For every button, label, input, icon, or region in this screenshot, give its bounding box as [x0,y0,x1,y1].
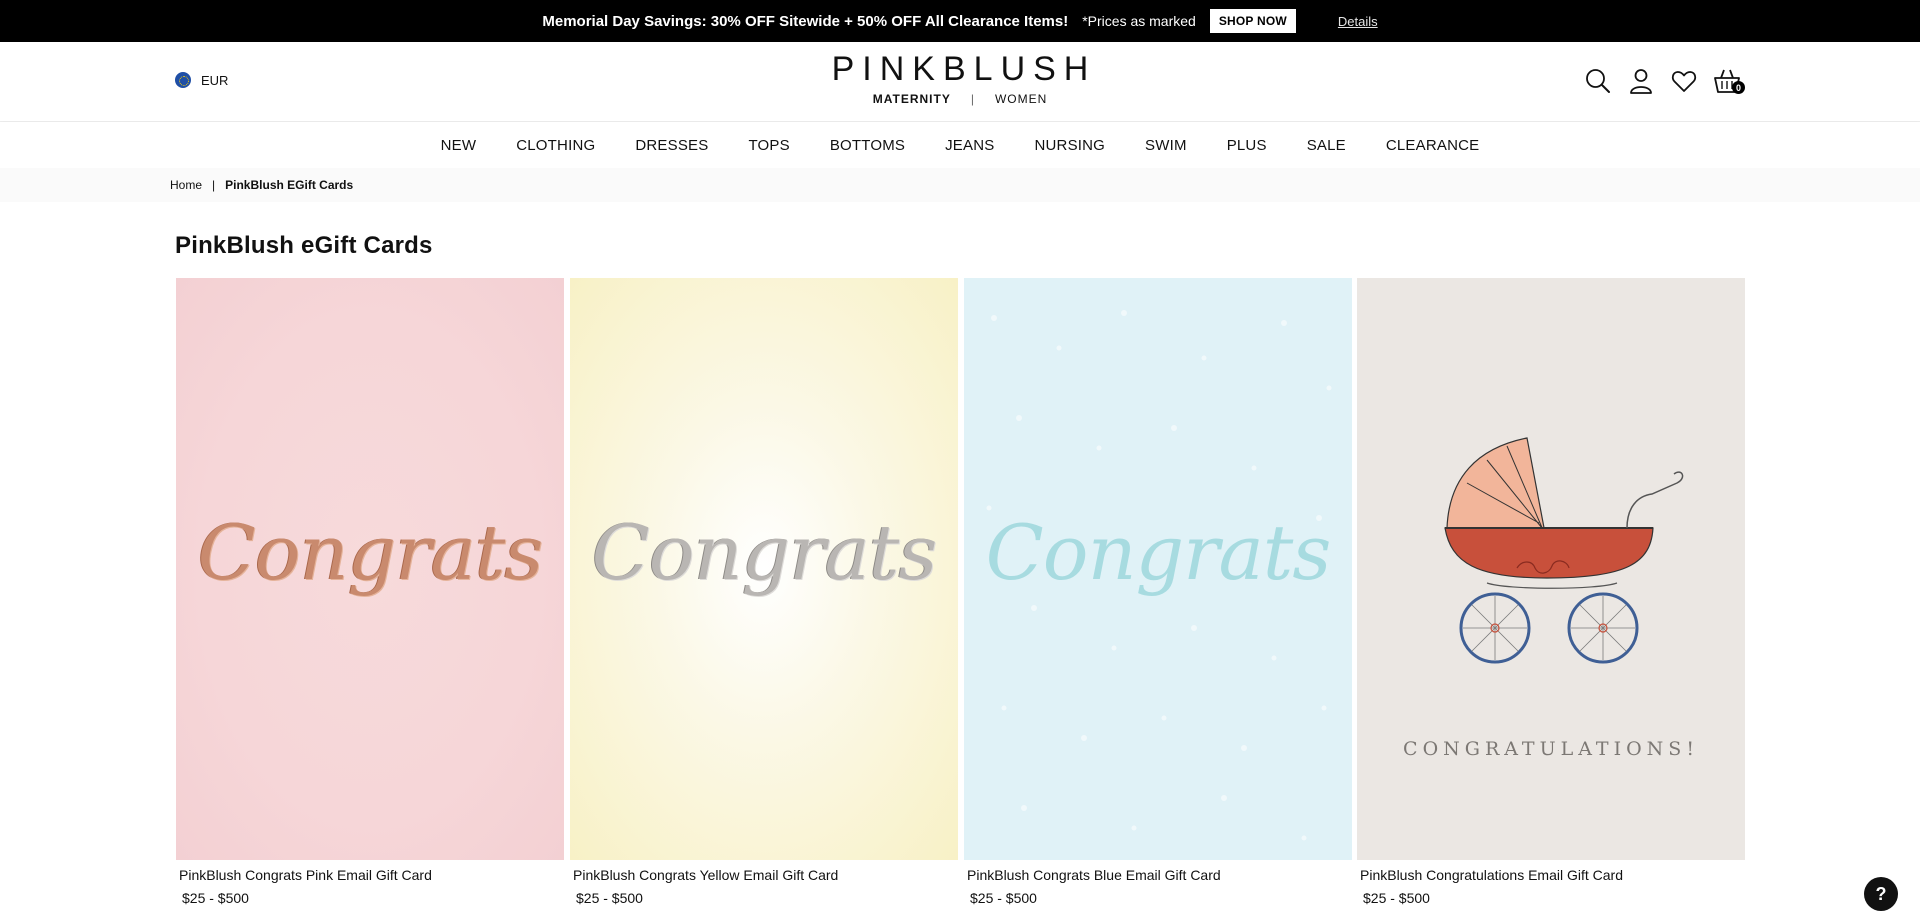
logo-wordmark: PINKBLUSH [831,50,1097,88]
eu-flag-icon [175,72,191,88]
nav-item-plus[interactable]: PLUS [1227,137,1267,154]
product-price: $25 - $500 [182,890,249,906]
nav-item-new[interactable]: NEW [441,137,477,154]
breadcrumb-bar: Home | PinkBlush EGift Cards [0,168,1920,202]
promo-bar: Memorial Day Savings: 30% OFF Sitewide +… [0,0,1920,42]
product-name[interactable]: PinkBlush Congratulations Email Gift Car… [1360,867,1745,883]
help-chat-button[interactable]: ? [1864,877,1898,911]
wishlist-icon[interactable] [1669,66,1699,96]
nav-item-swim[interactable]: SWIM [1145,137,1187,154]
breadcrumb-separator: | [212,178,216,192]
logo-subline: MATERNITY | WOMEN [820,92,1100,106]
breadcrumb: Home | PinkBlush EGift Cards [170,178,353,192]
cart-icon[interactable]: 0 [1712,66,1745,96]
product-card[interactable]: Congrats PinkBlush Congrats Pink Email G… [176,278,564,906]
card-congrats-text: Congrats [197,508,544,597]
nav-item-dresses[interactable]: DRESSES [635,137,708,154]
header-icons: 0 [1570,66,1745,96]
currency-label: EUR [201,72,229,88]
product-price: $25 - $500 [1363,890,1430,906]
site-header: EUR PINKBLUSH MATERNITY | WOMEN 0 [0,42,1920,122]
nav-item-clearance[interactable]: CLEARANCE [1386,137,1480,154]
product-image[interactable]: CONGRATULATIONS! [1357,278,1745,860]
question-mark-icon: ? [1875,883,1887,904]
product-card[interactable]: Congrats PinkBlush Congrats Blue Email G… [964,278,1352,906]
product-name[interactable]: PinkBlush Congrats Blue Email Gift Card [967,867,1352,883]
site-logo[interactable]: PINKBLUSH MATERNITY | WOMEN [820,50,1100,106]
product-card[interactable]: CONGRATULATIONS! PinkBlush Congratulatio… [1357,278,1745,906]
breadcrumb-current: PinkBlush EGift Cards [225,178,354,192]
nav-item-tops[interactable]: TOPS [748,137,789,154]
shop-now-button[interactable]: SHOP NOW [1209,9,1296,33]
cart-count-badge: 0 [1732,81,1745,94]
search-icon[interactable] [1583,66,1613,96]
card-congrats-text: Congrats [591,508,938,597]
logo-maternity[interactable]: MATERNITY [873,92,951,106]
main-nav: NEW CLOTHING DRESSES TOPS BOTTOMS JEANS … [0,122,1920,168]
baby-stroller-illustration [1444,437,1684,664]
nav-item-jeans[interactable]: JEANS [945,137,994,154]
product-name[interactable]: PinkBlush Congrats Yellow Email Gift Car… [573,867,958,883]
card-congrats-text: Congrats [985,508,1332,597]
product-image[interactable]: Congrats [176,278,564,860]
breadcrumb-home[interactable]: Home [170,178,202,192]
details-link[interactable]: Details [1338,14,1378,29]
nav-item-sale[interactable]: SALE [1307,137,1346,154]
product-price: $25 - $500 [970,890,1037,906]
product-image[interactable]: Congrats [570,278,958,860]
product-card[interactable]: Congrats PinkBlush Congrats Yellow Email… [570,278,958,906]
product-image[interactable]: Congrats [964,278,1352,860]
nav-item-nursing[interactable]: NURSING [1034,137,1105,154]
logo-women[interactable]: WOMEN [995,92,1047,106]
page-title: PinkBlush eGift Cards [175,232,433,259]
product-price: $25 - $500 [576,890,643,906]
product-name[interactable]: PinkBlush Congrats Pink Email Gift Card [179,867,564,883]
nav-item-clothing[interactable]: CLOTHING [516,137,595,154]
card-congratulations-text: CONGRATULATIONS! [1403,738,1699,760]
promo-headline: Memorial Day Savings: 30% OFF Sitewide +… [542,12,1069,30]
nav-item-bottoms[interactable]: BOTTOMS [830,137,905,154]
promo-note: *Prices as marked [1082,13,1196,29]
currency-selector[interactable]: EUR [175,72,228,88]
logo-divider: | [970,92,975,106]
account-icon[interactable] [1626,66,1656,96]
